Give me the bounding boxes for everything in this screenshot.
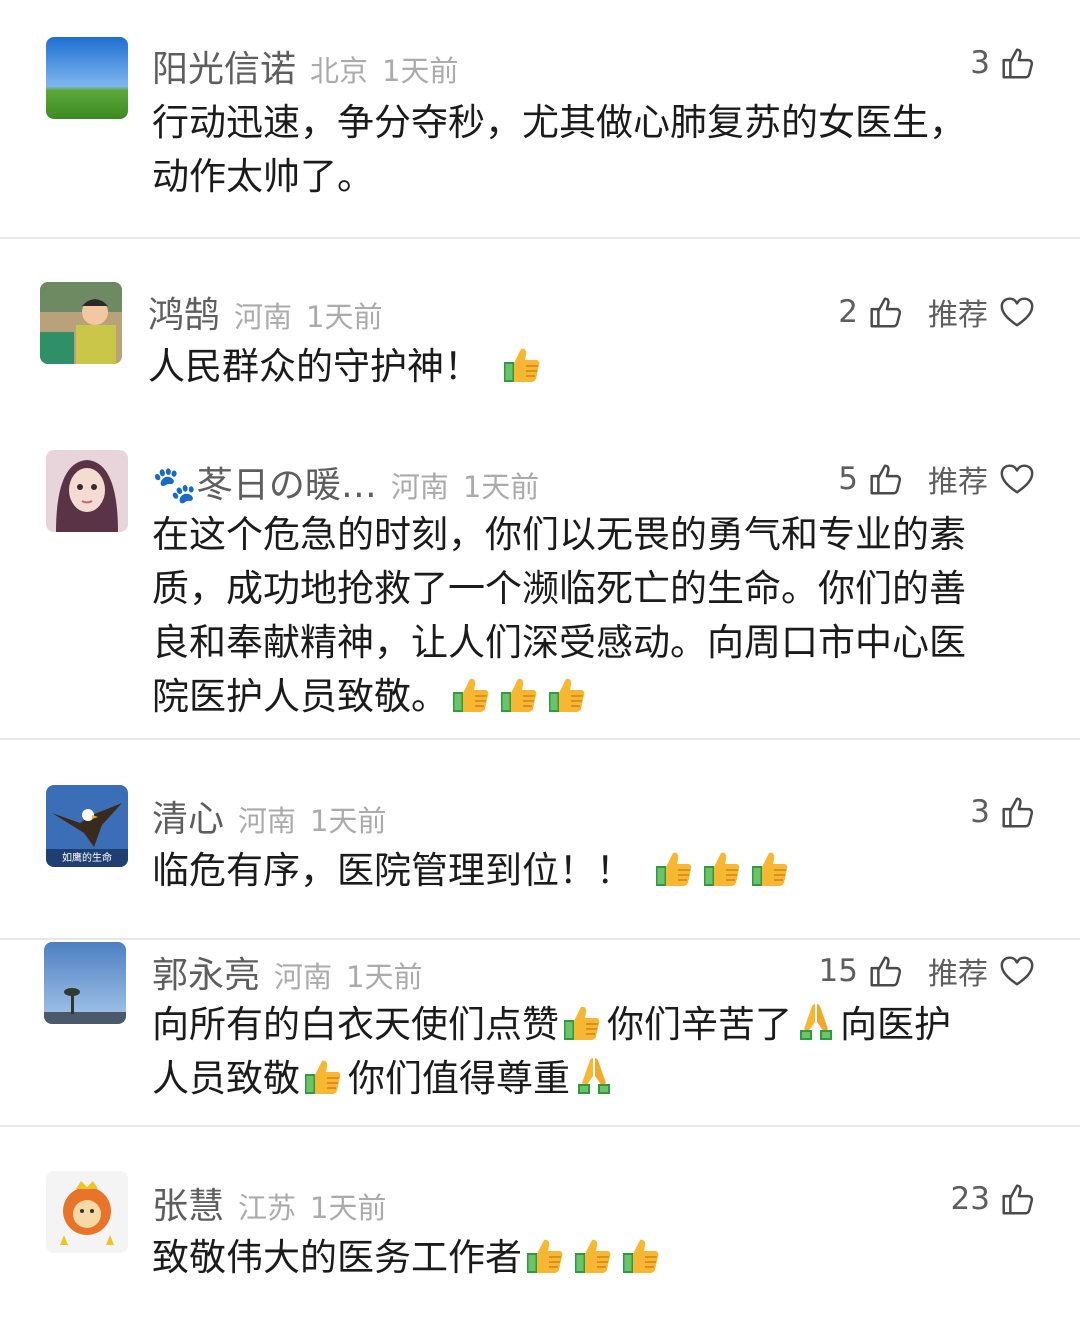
heart-icon[interactable]: [998, 460, 1036, 498]
comment-line: 行动迅速，争分夺秒，尤其做心肺复苏的女医生，: [152, 101, 966, 144]
timestamp: 1天前: [310, 804, 387, 838]
comment-text-part: 向所有的白衣天使们点赞: [152, 1003, 559, 1046]
timestamp: 1天前: [306, 300, 383, 334]
comment-text: 临危有序，医院管理到位！！: [152, 844, 795, 898]
comment-text: 行动迅速，争分夺秒，尤其做心肺复苏的女医生， 动作太帅了。: [152, 96, 966, 204]
thumbs-up-icon[interactable]: [866, 293, 904, 331]
comment-line: 在这个危急的时刻，你们以无畏的勇气和专业的素: [152, 513, 966, 556]
location: 河南: [234, 300, 293, 334]
thumbs-up-icon[interactable]: [998, 793, 1036, 831]
comment-text-part: 你们值得尊重: [348, 1057, 570, 1100]
thumbs-up-icon[interactable]: [866, 952, 904, 990]
comment-item: 张慧 江苏 1天前 23 致敬伟大的医务工作者: [0, 1127, 1080, 1324]
timestamp: 1天前: [462, 470, 540, 504]
thumbs-up-emoji-icon: [302, 1054, 346, 1098]
location: 河南: [390, 470, 449, 504]
comment-text: 在这个危急的时刻，你们以无畏的勇气和专业的素 质，成功地抢救了一个濒临死亡的生命…: [152, 508, 966, 724]
comment-line: 质，成功地抢救了一个濒临死亡的生命。你们的善: [152, 567, 966, 610]
comment-text: 人民群众的守护神！: [148, 340, 547, 394]
username[interactable]: 清心: [152, 790, 224, 842]
thumbs-up-icon[interactable]: [998, 1180, 1036, 1218]
recommend-label[interactable]: 推荐: [928, 457, 988, 501]
avatar[interactable]: [46, 1171, 128, 1253]
avatar[interactable]: [46, 450, 128, 532]
like-count: 3: [970, 794, 990, 830]
comment-text-part: 人员致敬: [152, 1057, 300, 1100]
thumbs-up-emoji-icon: [561, 1000, 605, 1044]
like-count: 15: [818, 953, 858, 989]
thumbs-up-emoji-icon: [498, 672, 542, 716]
comment-text: 致敬伟大的医务工作者: [152, 1231, 666, 1285]
heart-icon[interactable]: [998, 952, 1036, 990]
like-count: 3: [970, 45, 990, 81]
thumbs-up-emoji-icon: [749, 846, 793, 890]
comment-line: 动作太帅了。: [152, 155, 374, 198]
comment-line: 院医护人员致敬。: [152, 675, 448, 718]
like-count: 5: [838, 461, 858, 497]
comment-item: 郭永亮 河南 1天前 15 推荐 向所有的白衣天使们点赞 你们辛苦了 向医护 人员致…: [0, 940, 1080, 1126]
timestamp: 1天前: [382, 54, 459, 88]
comment-text-part: 你们辛苦了: [607, 1003, 792, 1046]
like-count: 2: [838, 294, 858, 330]
comment-line: 良和奉献精神，让人们深受感动。向周口市中心医: [152, 621, 966, 664]
thumbs-up-icon[interactable]: [998, 44, 1036, 82]
timestamp: 1天前: [346, 960, 423, 994]
comment-text-part: 人民群众的守护神！: [148, 345, 481, 388]
thumbs-up-emoji-icon: [653, 846, 697, 890]
location: 江苏: [238, 1191, 297, 1225]
heart-icon[interactable]: [998, 293, 1036, 331]
folded-hands-emoji-icon: [572, 1054, 616, 1098]
thumbs-up-emoji-icon: [572, 1233, 616, 1277]
recommend-label[interactable]: 推荐: [928, 290, 988, 334]
avatar[interactable]: [44, 942, 126, 1024]
comment-item: 🐾苳日の暖… 河南 1天前 5 推荐 在这个危急的时刻，你们以无畏的勇气和专业的…: [0, 410, 1080, 738]
comment-item: 鸿鹄 河南 1天前 2 推荐 人民群众的守护神！: [0, 240, 1080, 410]
recommend-label[interactable]: 推荐: [928, 949, 988, 993]
comment-text: 向所有的白衣天使们点赞 你们辛苦了 向医护 人员致敬 你们值得尊重: [152, 998, 951, 1106]
username[interactable]: 鸿鹄: [148, 286, 220, 338]
avatar[interactable]: [40, 282, 122, 364]
thumbs-up-emoji-icon: [701, 846, 745, 890]
username[interactable]: 郭永亮: [152, 946, 260, 998]
folded-hands-emoji-icon: [794, 1000, 838, 1044]
like-count: 23: [950, 1181, 990, 1217]
comment-text-part: 致敬伟大的医务工作者: [152, 1236, 522, 1279]
comment-item: 阳光信诺 北京 1天前 3 行动迅速，争分夺秒，尤其做心肺复苏的女医生， 动作太…: [0, 0, 1080, 238]
thumbs-up-emoji-icon: [501, 342, 545, 386]
timestamp: 1天前: [310, 1191, 387, 1225]
comment-text-part: 临危有序，医院管理到位！！: [152, 849, 633, 892]
avatar[interactable]: 如鹰的生命: [46, 785, 128, 867]
thumbs-up-emoji-icon: [524, 1233, 568, 1277]
divider: [0, 237, 1080, 239]
username[interactable]: 张慧: [152, 1177, 224, 1229]
avatar[interactable]: [46, 37, 128, 119]
comment-text-part: 向医护: [840, 1003, 951, 1046]
location: 河南: [274, 960, 333, 994]
username[interactable]: 🐾苳日の暖…: [152, 456, 377, 508]
location: 河南: [238, 804, 297, 838]
thumbs-up-emoji-icon: [450, 672, 494, 716]
thumbs-up-emoji-icon: [620, 1233, 664, 1277]
thumbs-up-emoji-icon: [546, 672, 590, 716]
username[interactable]: 阳光信诺: [152, 40, 296, 92]
comment-item: 如鹰的生命 清心 河南 1天前 3 临危有序，医院管理到位！！: [0, 740, 1080, 938]
avatar-caption: 如鹰的生命: [62, 851, 112, 864]
thumbs-up-icon[interactable]: [866, 460, 904, 498]
location: 北京: [310, 54, 369, 88]
